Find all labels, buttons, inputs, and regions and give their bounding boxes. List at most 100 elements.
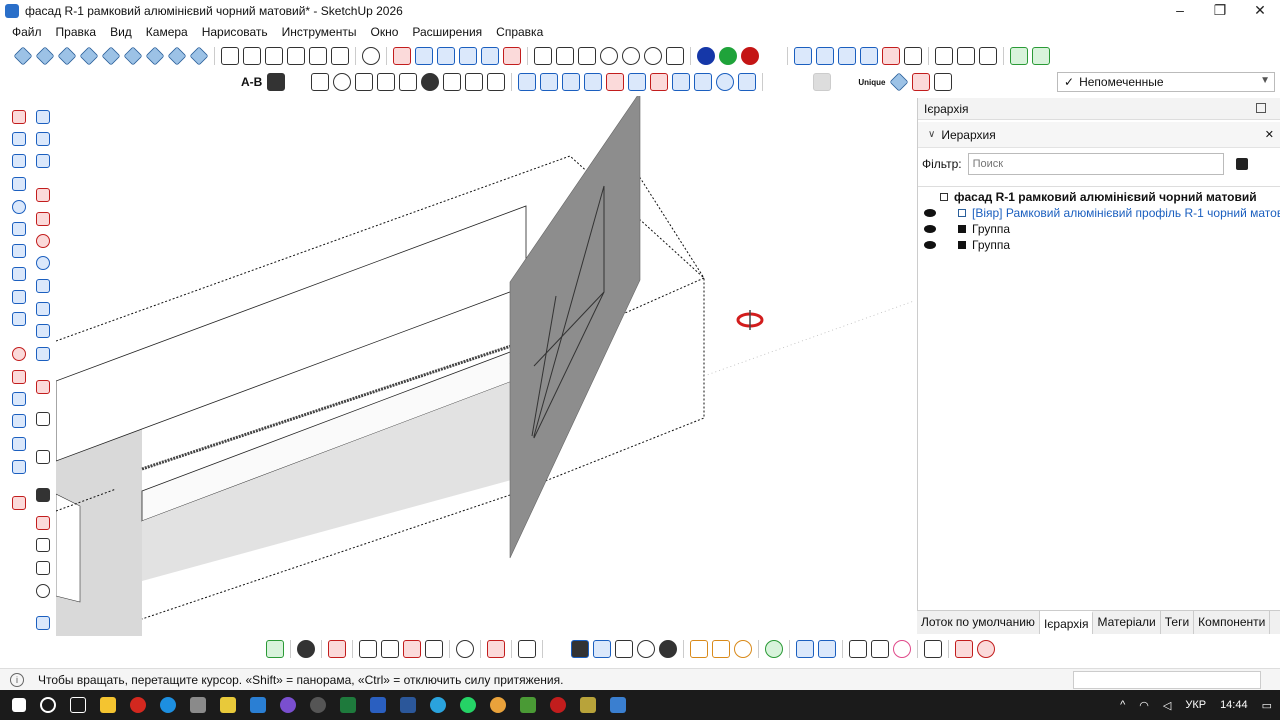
zoom-window-icon[interactable] (36, 538, 50, 552)
pin-icon[interactable] (769, 73, 788, 91)
edge-icon[interactable] (540, 73, 559, 91)
zoom-tool-icon[interactable] (36, 584, 50, 598)
keyboard-language[interactable]: УКР (1185, 699, 1206, 711)
solid-tools-icon[interactable] (393, 47, 411, 65)
swap-icon[interactable] (977, 640, 995, 658)
text-tool-icon[interactable] (36, 347, 50, 361)
zoom-extents-icon[interactable] (36, 561, 50, 575)
media-icon[interactable] (310, 697, 326, 713)
disable-icon[interactable] (622, 47, 640, 65)
style-monochrome-icon[interactable] (145, 46, 165, 66)
eye-icon[interactable] (924, 225, 936, 233)
game-icon[interactable] (520, 697, 536, 713)
zoom-icon[interactable] (738, 73, 757, 91)
wifi-icon[interactable]: ◠ (1139, 699, 1149, 712)
sketchup-task-icon[interactable] (370, 697, 386, 713)
pen-edit-icon[interactable] (425, 640, 443, 658)
notification-icon[interactable]: ▭ (1262, 699, 1272, 712)
refresh-green-icon[interactable] (765, 640, 783, 658)
hand-icon[interactable] (849, 640, 867, 658)
arc2-icon[interactable] (12, 267, 26, 281)
view-back-icon[interactable] (309, 47, 327, 65)
menu-tools[interactable]: Инструменты (282, 25, 357, 39)
component-list-icon[interactable] (838, 47, 856, 65)
rectangle-tool-icon[interactable] (12, 154, 26, 168)
style-active-icon[interactable] (167, 46, 187, 66)
text-icon[interactable] (860, 47, 878, 65)
settings-small-icon[interactable] (637, 640, 655, 658)
tab-components[interactable]: Компоненти (1194, 611, 1271, 634)
rotated-rect-icon[interactable] (12, 177, 26, 191)
eye-icon[interactable] (924, 241, 936, 249)
tag-dropdown[interactable]: ✓ Непомеченные ▼ (1057, 72, 1275, 92)
red-circle-icon[interactable] (741, 47, 759, 65)
panel-icon[interactable] (465, 73, 484, 91)
auto-icon[interactable] (690, 640, 708, 658)
align-center-icon[interactable] (377, 73, 396, 91)
chrome-icon[interactable] (490, 697, 506, 713)
cube-red-icon[interactable] (328, 640, 346, 658)
blue-circle-icon[interactable] (697, 47, 715, 65)
style-xray-icon[interactable] (13, 46, 33, 66)
excel-icon[interactable] (340, 697, 356, 713)
trim-icon[interactable] (503, 47, 521, 65)
dimension-icon[interactable] (12, 414, 26, 428)
green-circle-icon[interactable] (719, 47, 737, 65)
screw-icon[interactable] (791, 73, 810, 91)
cubes-icon[interactable] (36, 488, 50, 502)
paint-bucket-icon[interactable] (957, 47, 975, 65)
freehand-icon[interactable] (12, 132, 26, 146)
paint-icon[interactable] (36, 380, 50, 394)
frame-small-icon[interactable] (615, 640, 633, 658)
eraser-icon[interactable] (813, 73, 832, 91)
globe-icon[interactable] (297, 640, 315, 658)
cup-icon[interactable] (666, 47, 684, 65)
search-input[interactable] (967, 153, 1224, 175)
view-left-icon[interactable] (331, 47, 349, 65)
box-red-icon[interactable] (487, 640, 505, 658)
menu-view[interactable]: Вид (110, 25, 132, 39)
make-group-icon[interactable] (36, 154, 50, 168)
view-top-icon[interactable] (243, 47, 261, 65)
menu-file[interactable]: Файл (12, 25, 42, 39)
add-red-icon[interactable] (606, 73, 625, 91)
telegram-icon[interactable] (430, 697, 446, 713)
info-icon[interactable]: i (10, 672, 24, 687)
hierarchy-section-header[interactable]: ∨ Иерархия ✕ (918, 122, 1280, 148)
style-extra-icon[interactable] (189, 46, 209, 66)
unique-label[interactable]: Unique (858, 78, 885, 87)
whatsapp-icon[interactable] (460, 697, 476, 713)
chevron-down-icon[interactable]: ∨ (928, 129, 935, 140)
question-icon[interactable] (571, 640, 589, 658)
intersect-icon[interactable] (437, 47, 455, 65)
axis-tool-icon[interactable] (12, 496, 26, 510)
file-explorer-icon[interactable] (100, 697, 116, 713)
scale-icon[interactable] (672, 73, 691, 91)
pan-move-icon[interactable] (36, 450, 50, 464)
style-wireframe-icon[interactable] (57, 46, 77, 66)
furniture-icon[interactable] (816, 47, 834, 65)
green-shape-1-icon[interactable] (1010, 47, 1028, 65)
view-eye-icon[interactable] (716, 73, 735, 91)
clock-time[interactable]: 14:44 (1220, 699, 1248, 711)
scale-tool-icon[interactable] (36, 279, 50, 293)
info-icon[interactable] (600, 47, 618, 65)
style-backedges-icon[interactable] (35, 46, 55, 66)
union-icon[interactable] (459, 47, 477, 65)
axes-icon[interactable] (12, 437, 26, 451)
lock-icon[interactable] (584, 73, 603, 91)
menu-window[interactable]: Окно (370, 25, 398, 39)
cross-arrows-icon[interactable] (650, 73, 669, 91)
tab-materials[interactable]: Матеріали (1093, 611, 1161, 634)
windows-start-icon[interactable] (12, 698, 26, 712)
volume-icon[interactable]: ◁ (1163, 699, 1171, 712)
arc-icon[interactable] (12, 244, 26, 258)
paint-bucket-left-icon[interactable] (36, 516, 50, 530)
align-left-icon[interactable] (355, 73, 374, 91)
notes-icon[interactable] (220, 697, 236, 713)
vscode-icon[interactable] (250, 697, 266, 713)
rotate-tool-icon[interactable] (36, 234, 50, 248)
tray-chevron-up-icon[interactable]: ^ (1120, 699, 1125, 711)
section-plane-icon[interactable] (362, 47, 380, 65)
tree-item[interactable]: [Віяр] Рамковий алюмінієвий профіль R-1 … (924, 205, 1280, 221)
